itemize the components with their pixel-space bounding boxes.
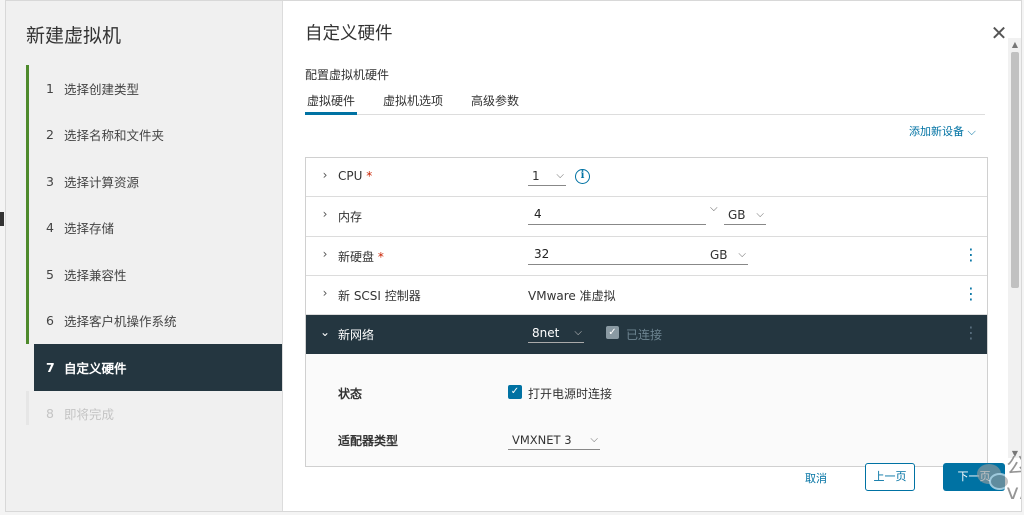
page-title: 自定义硬件 <box>305 24 393 44</box>
virtual-hardware-table: › CPU * 1 ⌵ i › 内存 4 ⌵ GB ⌵ › 新硬盘 * 32 GB ⌵… <box>305 157 988 467</box>
step-number: 4 <box>46 220 54 236</box>
connected-checkbox: ✓ <box>606 326 619 340</box>
more-actions-icon[interactable]: ⋮ <box>963 323 979 342</box>
step-select-compute-resource[interactable]: 3 选择计算资源 <box>26 158 282 205</box>
chevron-down-icon[interactable]: ⌄ <box>320 325 330 339</box>
chevron-right-icon[interactable]: › <box>320 168 330 182</box>
add-device-label: 添加新设备 <box>909 125 964 138</box>
info-icon[interactable]: i <box>575 169 590 184</box>
step-label: 选择计算资源 <box>64 174 140 190</box>
step-label: 选择创建类型 <box>64 81 140 97</box>
background-fragment <box>0 212 4 226</box>
tab-vm-options[interactable]: 虚拟机选项 <box>381 89 445 115</box>
disk-size-input[interactable]: 32 <box>528 245 706 265</box>
step-select-name-folder[interactable]: 2 选择名称和文件夹 <box>26 111 282 159</box>
hardware-row-scsi-controller: › 新 SCSI 控制器 VMware 准虚拟 ⋮ <box>306 276 987 316</box>
cpu-count-value: 1 <box>532 169 540 183</box>
scroll-down-icon[interactable]: ▼ <box>1008 449 1021 458</box>
watermark-text: 公众号 · vArchitect <box>1006 454 1021 504</box>
cpu-count-select[interactable]: 1 ⌵ <box>528 168 566 186</box>
page-subtitle: 配置虚拟机硬件 <box>305 68 390 82</box>
hardware-row-new-disk: › 新硬盘 * 32 GB ⌵ ⋮ <box>306 237 987 276</box>
memory-unit-select[interactable]: GB ⌵ <box>724 207 766 226</box>
step-label: 选择客户机操作系统 <box>64 314 177 330</box>
network-label: 新网络 <box>338 328 375 343</box>
step-label: 选择名称和文件夹 <box>64 128 165 144</box>
step-number: 5 <box>46 266 54 282</box>
step-label: 选择存储 <box>64 221 115 237</box>
step-number: 7 <box>46 359 55 375</box>
power-on-connect-checkbox[interactable]: ✓ <box>508 385 522 400</box>
disk-label: 新硬盘 * <box>338 249 384 264</box>
step-number: 8 <box>46 406 54 422</box>
scroll-up-icon[interactable]: ▲ <box>1008 40 1021 49</box>
more-actions-icon[interactable]: ⋮ <box>963 245 979 264</box>
tab-virtual-hardware[interactable]: 虚拟硬件 <box>305 89 358 115</box>
step-number: 1 <box>46 80 54 96</box>
step-customize-hardware[interactable]: 7 自定义硬件 <box>34 344 282 391</box>
new-vm-wizard-dialog: 新建虚拟机 1 选择创建类型 2 选择名称和文件夹 3 选择计算资源 4 选择存储 5选… <box>5 0 1022 512</box>
chevron-down-icon[interactable]: ⌵ <box>710 203 718 214</box>
step-ready-to-complete: 8 即将完成 <box>26 390 282 438</box>
wizard-content: 自定义硬件 ✕ 配置虚拟机硬件 虚拟硬件 虚拟机选项 高级参数 添加新设备 ⌵ … <box>282 1 1021 511</box>
tab-advanced-parameters[interactable]: 高级参数 <box>469 89 521 115</box>
step-number: 6 <box>46 313 54 329</box>
step-select-creation-type[interactable]: 1 选择创建类型 <box>26 65 282 112</box>
hardware-row-network[interactable]: ⌄ 新网络 8net ⌵ ✓ 已连接 ⋮ <box>306 315 987 355</box>
hardware-tabs: 虚拟硬件 虚拟机选项 高级参数 <box>305 89 985 115</box>
scsi-label: 新 SCSI 控制器 <box>338 288 421 303</box>
hardware-row-cpu: › CPU * 1 ⌵ i <box>306 158 987 198</box>
step-label: 选择兼容性 <box>64 267 127 283</box>
hardware-row-memory: › 内存 4 ⌵ GB ⌵ <box>306 197 987 237</box>
chevron-down-icon: ⌵ <box>738 248 746 260</box>
cpu-label: CPU * <box>338 169 373 183</box>
step-select-compatibility[interactable]: 5 选择兼容性 <box>26 251 282 298</box>
adapter-type-value: VMXNET 3 <box>512 433 572 448</box>
network-value: 8net <box>532 326 560 341</box>
wizard-steps-list: 1 选择创建类型 2 选择名称和文件夹 3 选择计算资源 4 选择存储 5 选择兼容性 6… <box>26 65 282 437</box>
cancel-button[interactable]: 取消 <box>805 470 827 486</box>
adapter-type-label: 适配器类型 <box>338 434 399 449</box>
vertical-scrollbar[interactable]: ▲ ▼ <box>1008 38 1021 458</box>
add-new-device-button[interactable]: 添加新设备 ⌵ <box>909 123 976 139</box>
step-label: 即将完成 <box>64 407 115 423</box>
memory-size-input[interactable]: 4 <box>528 205 706 226</box>
disk-unit-select[interactable]: GB ⌵ <box>706 247 748 265</box>
chevron-down-icon: ⌵ <box>967 125 976 138</box>
chevron-right-icon[interactable]: › <box>320 286 330 300</box>
step-select-storage[interactable]: 4 选择存储 <box>26 204 282 252</box>
connected-label: 已连接 <box>626 328 663 343</box>
network-details-panel: 状态 ✓ 打开电源时连接 适配器类型 VMXNET 3 ⌵ <box>306 354 987 466</box>
scrollbar-thumb[interactable] <box>1011 52 1019 288</box>
step-number: 2 <box>46 127 54 143</box>
next-button[interactable]: 下一页 <box>943 463 1005 491</box>
adapter-type-select[interactable]: VMXNET 3 ⌵ <box>508 432 600 451</box>
memory-label: 内存 <box>338 210 363 225</box>
memory-unit-value: GB <box>728 208 746 223</box>
close-icon[interactable]: ✕ <box>989 23 1009 43</box>
step-number: 3 <box>46 173 54 189</box>
chevron-down-icon: ⌵ <box>590 434 598 446</box>
more-actions-icon[interactable]: ⋮ <box>963 284 979 303</box>
power-on-connect-label: 打开电源时连接 <box>528 387 613 402</box>
chevron-down-icon: ⌵ <box>574 327 582 339</box>
wizard-title: 新建虚拟机 <box>26 25 122 47</box>
chevron-down-icon: ⌵ <box>556 170 564 181</box>
disk-unit-value: GB <box>710 247 728 262</box>
step-label: 自定义硬件 <box>64 360 127 376</box>
step-select-guest-os[interactable]: 6 选择客户机操作系统 <box>26 297 282 345</box>
network-select[interactable]: 8net ⌵ <box>528 325 584 344</box>
status-label: 状态 <box>338 387 363 402</box>
chevron-right-icon[interactable]: › <box>320 207 330 221</box>
chevron-right-icon[interactable]: › <box>320 247 330 261</box>
chevron-down-icon: ⌵ <box>756 209 764 221</box>
scsi-type-value: VMware 准虚拟 <box>528 288 616 303</box>
previous-button[interactable]: 上一页 <box>865 463 915 491</box>
wizard-steps-panel: 新建虚拟机 1 选择创建类型 2 选择名称和文件夹 3 选择计算资源 4 选择存储 5选… <box>6 1 282 511</box>
